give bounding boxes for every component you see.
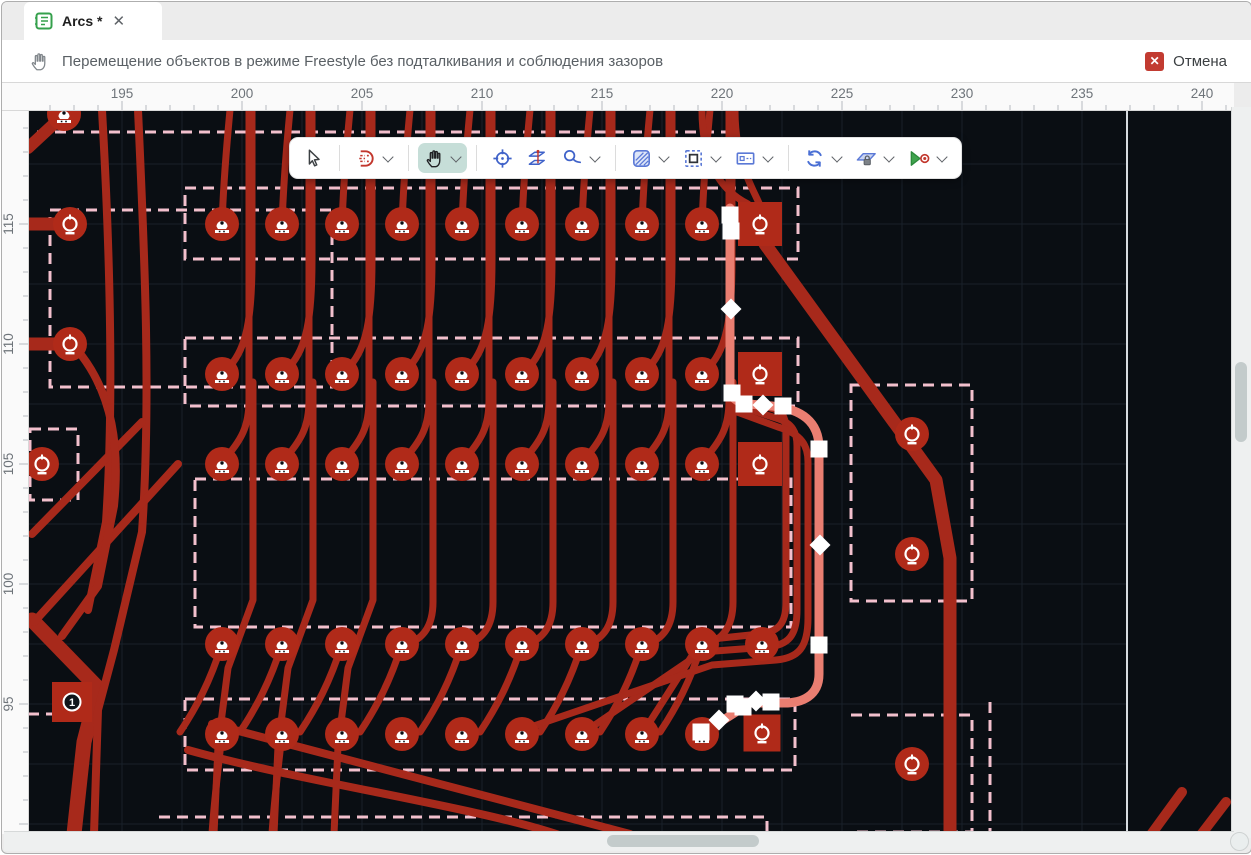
horizontal-scrollbar[interactable] (4, 831, 1234, 851)
horizontal-scroll-thumb[interactable] (607, 835, 759, 847)
svg-text:220: 220 (711, 86, 734, 101)
cursor-icon (303, 147, 325, 169)
select-tool[interactable] (298, 143, 330, 173)
app-window: Arcs * ✕ Перемещение объектов в режиме F… (1, 1, 1251, 854)
svg-text:215: 215 (591, 86, 614, 101)
tab-title: Arcs * (62, 13, 102, 29)
chevron-down-icon[interactable] (658, 151, 669, 162)
center-view-tool[interactable] (486, 143, 519, 174)
svg-text:195: 195 (111, 86, 134, 101)
chevron-down-icon[interactable] (450, 151, 461, 162)
magnifier-icon (561, 147, 584, 170)
red-x-icon: ✕ (1145, 52, 1164, 71)
hand-icon (423, 147, 445, 169)
svg-text:205: 205 (351, 86, 374, 101)
status-hint-bar: Перемещение объектов в режиме Freestyle … (2, 40, 1251, 83)
freestyle-icon (354, 147, 377, 170)
chevron-down-icon[interactable] (710, 151, 721, 162)
tab-arcs[interactable]: Arcs * ✕ (24, 2, 162, 40)
svg-text:235: 235 (1071, 86, 1094, 101)
svg-text:100: 100 (2, 573, 16, 596)
svg-text:110: 110 (2, 333, 16, 355)
svg-text:95: 95 (2, 696, 16, 711)
dashed-square-icon (682, 147, 705, 170)
ruler-horizontal: 195 200 205 210 215 220 225 230 235 240 (2, 83, 1234, 111)
chevron-down-icon[interactable] (382, 151, 393, 162)
svg-text:225: 225 (831, 86, 854, 101)
floating-toolbar (289, 137, 962, 179)
chevron-down-icon[interactable] (831, 151, 842, 162)
refresh-icon (803, 147, 826, 170)
cancel-button[interactable]: ✕ Отмена (1145, 52, 1251, 71)
zoom-tool[interactable] (556, 143, 606, 174)
run-check[interactable] (902, 143, 953, 174)
fill-display-mode[interactable] (625, 143, 675, 174)
hand-icon (28, 50, 50, 72)
pcb-canvas[interactable]: 1 (29, 111, 1234, 834)
chevron-down-icon[interactable] (883, 151, 894, 162)
vertical-scroll-thumb[interactable] (1235, 362, 1247, 442)
run-check-icon (907, 147, 931, 170)
ruler-vertical: 95 100 105 110 115 (2, 111, 29, 834)
scroll-corner-button[interactable] (1230, 832, 1249, 851)
tab-bar: Arcs * ✕ (2, 2, 1251, 40)
flip-layer-tool[interactable] (521, 143, 554, 174)
selection-filter[interactable] (677, 143, 727, 174)
pcb-document-icon (34, 11, 54, 31)
chevron-down-icon[interactable] (936, 151, 947, 162)
chevron-down-icon[interactable] (762, 151, 773, 162)
pan-tool[interactable] (418, 143, 467, 173)
svg-text:240: 240 (1191, 86, 1214, 101)
refresh-view[interactable] (798, 143, 848, 174)
lock-layer-icon (855, 147, 878, 170)
chevron-down-icon[interactable] (589, 151, 600, 162)
svg-text:115: 115 (2, 213, 16, 235)
svg-text:210: 210 (471, 86, 494, 101)
flip-layers-icon (526, 147, 549, 170)
vertical-scrollbar[interactable] (1231, 107, 1251, 838)
svg-text:1: 1 (69, 697, 75, 709)
tab-close-icon[interactable]: ✕ (110, 12, 127, 30)
freestyle-move-tool[interactable] (349, 143, 399, 174)
component-icon (734, 147, 757, 170)
hint-text: Перемещение объектов в режиме Freestyle … (62, 53, 663, 70)
layer-lock[interactable] (850, 143, 900, 174)
svg-text:200: 200 (231, 86, 254, 101)
hatch-square-icon (630, 147, 653, 170)
crosshair-icon (491, 147, 514, 170)
svg-text:230: 230 (951, 86, 974, 101)
component-display-mode[interactable] (729, 143, 779, 174)
svg-text:105: 105 (2, 453, 16, 476)
cancel-label: Отмена (1173, 53, 1227, 70)
